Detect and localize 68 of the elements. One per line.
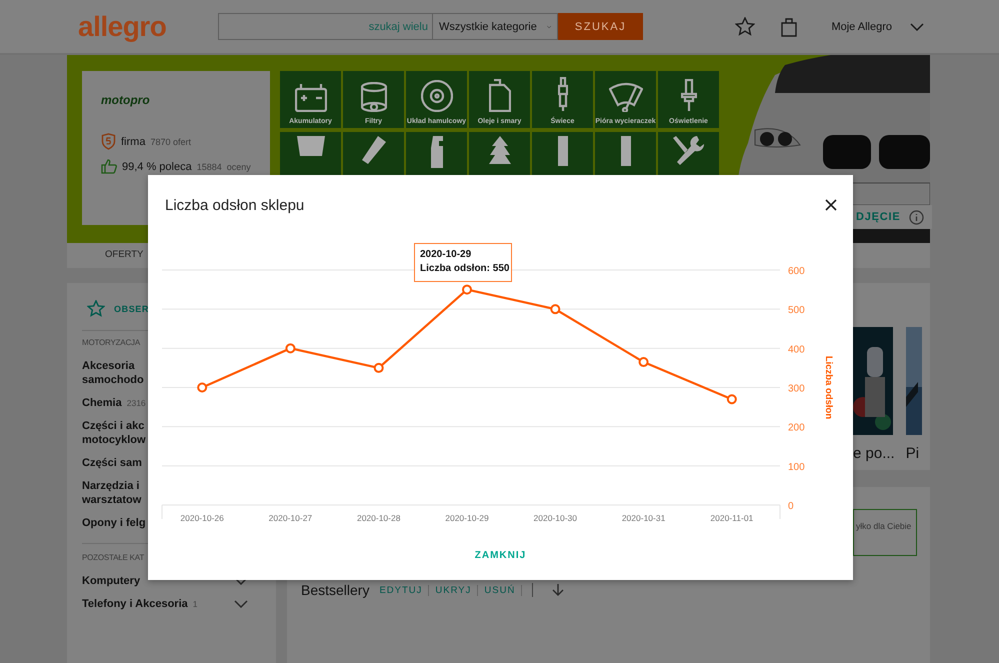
category-link[interactable]: Akcesoria samochodo (82, 359, 144, 387)
category-link[interactable]: Telefony i Akcesoria (82, 597, 188, 611)
shield-icon (101, 133, 116, 150)
tree-icon (488, 136, 510, 164)
axis-tick-label: 2020-10-27 (268, 513, 312, 523)
axis-tick-label: 500 (788, 305, 805, 316)
tools-icon (673, 136, 704, 165)
battery-icon (294, 83, 326, 112)
category-link[interactable]: Narzędzia i warsztatow (82, 479, 142, 507)
star-icon[interactable] (87, 300, 105, 317)
axis-tick-label: 2020-10-26 (180, 513, 224, 523)
thumbs-up-icon (101, 159, 117, 174)
promo-text: yłko dla Ciebie (856, 521, 912, 531)
account-menu[interactable]: Moje Allegro (831, 20, 892, 32)
spark-plug-icon (558, 77, 568, 112)
section-heading: POZOSTAŁE KAT (82, 553, 146, 562)
axis-tick-label: 0 (788, 501, 794, 512)
search-button[interactable]: SZUKAJ (558, 13, 643, 40)
filter-icon (360, 82, 386, 112)
data-point[interactable] (726, 394, 737, 404)
category-select[interactable]: Wszystkie kategorie (433, 13, 558, 40)
axis-tick-label: 2020-11-01 (710, 513, 754, 523)
seller-type: firma (121, 136, 146, 148)
data-point[interactable] (550, 304, 560, 314)
product-title[interactable]: e po... (853, 445, 895, 462)
axis-tick-label: 600 (788, 266, 805, 277)
section-title: Bestsellery (301, 582, 370, 598)
axis-tick-label: 2020-10-31 (622, 513, 666, 523)
info-icon (908, 210, 924, 224)
tooltip-date: 2020-10-29 (420, 249, 472, 260)
data-point[interactable] (197, 382, 208, 392)
axis-tick-label: 2020-10-30 (534, 513, 578, 523)
oil-can-icon (488, 79, 510, 112)
offers-count: 7870 ofert (150, 136, 191, 146)
data-point[interactable] (462, 284, 472, 295)
close-icon[interactable] (825, 199, 837, 211)
category-link[interactable]: Chemia (82, 396, 122, 410)
category-link[interactable]: Części sam (82, 456, 142, 470)
data-point[interactable] (374, 362, 384, 373)
shop-logo: motopro (101, 93, 150, 107)
caret-icon[interactable] (910, 22, 924, 30)
axis-tick-label: 2020-10-29 (445, 513, 489, 523)
data-point[interactable] (285, 343, 296, 354)
data-point[interactable] (638, 357, 649, 368)
recommend-rate: 99,4 % poleca (122, 160, 192, 172)
ratings-count: 15884 (196, 162, 222, 172)
ratings-label: oceny (226, 162, 251, 172)
axis-tick-label: 400 (788, 344, 805, 356)
close-button[interactable]: ZAMKNIJ (468, 549, 532, 562)
offers-tab[interactable]: OFERTY (105, 243, 144, 268)
bulb-icon (680, 79, 696, 112)
axis-title: Liczba odsłon (823, 356, 834, 420)
section-heading: MOTORYZACJA (82, 338, 142, 347)
star-icon[interactable] (735, 17, 756, 36)
axis-tick-label: 2020-10-28 (356, 513, 400, 523)
product-title[interactable]: Pi (906, 445, 922, 462)
item-count: 1 (192, 599, 198, 609)
item-count: 2316 (126, 398, 146, 408)
category-link[interactable]: Opony i felg (82, 516, 146, 530)
wiper-icon (608, 81, 642, 112)
axis-tick-label: 200 (788, 422, 805, 434)
category-link[interactable]: Części i akc motocyklow (82, 419, 146, 447)
download-icon[interactable] (551, 583, 566, 597)
category-link[interactable]: Komputery (82, 574, 140, 588)
shopping-bag-icon[interactable] (781, 16, 798, 36)
dialog-title: Liczba odsłon sklepu (165, 196, 304, 214)
axis-tick-label: 300 (788, 384, 805, 394)
axis-tick-label: 100 (788, 462, 805, 473)
